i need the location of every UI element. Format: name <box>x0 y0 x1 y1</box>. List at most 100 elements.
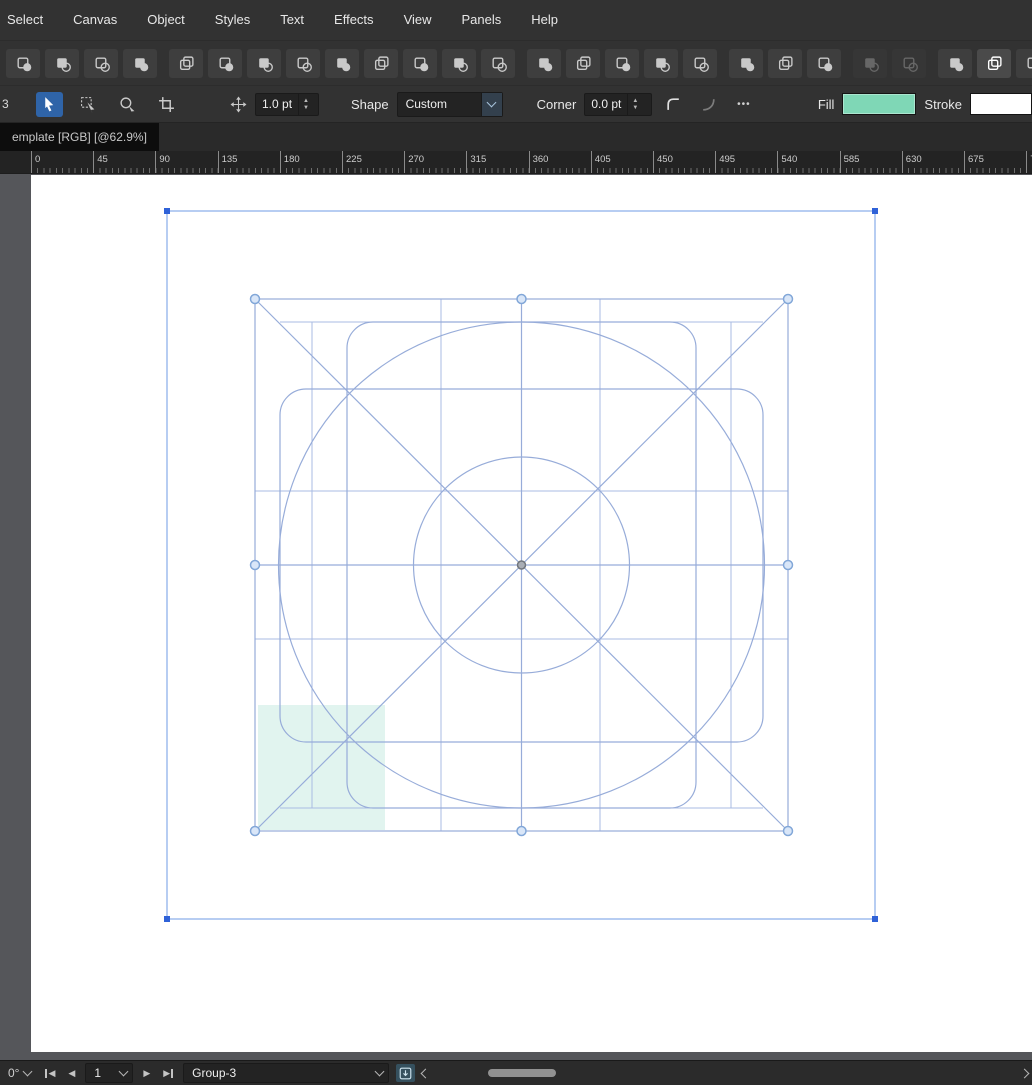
replace-selection-button[interactable] <box>481 49 515 78</box>
shape-label: Shape <box>351 97 389 112</box>
move-to-back-button[interactable] <box>644 49 678 78</box>
menu-view[interactable]: View <box>389 0 447 40</box>
boolean-combine-icon <box>334 55 351 72</box>
ruler-tick: 495 <box>715 151 716 173</box>
ruler-tick: 0 <box>31 151 32 173</box>
ruler-tick: 630 <box>902 151 903 173</box>
ruler[interactable]: 0459013518022527031536040545049554058563… <box>0 151 1032 174</box>
status-bar: 0° ◀ ◀ 1 ▶ ▶ Group-3 <box>0 1060 1032 1085</box>
menu-text[interactable]: Text <box>265 0 319 40</box>
ruler-tick: 720 <box>1026 151 1027 173</box>
rotation-dropdown[interactable]: 0° <box>4 1066 35 1080</box>
first-page-button[interactable]: ◀ <box>42 1068 58 1079</box>
menu-panels[interactable]: Panels <box>447 0 517 40</box>
boolean-intersect-icon <box>256 55 273 72</box>
scroll-right-icon[interactable] <box>1020 1068 1030 1078</box>
boolean-intersect-button[interactable] <box>247 49 281 78</box>
menu-help[interactable]: Help <box>516 0 573 40</box>
artboard[interactable] <box>31 175 1032 1052</box>
canvas-area[interactable] <box>0 174 1032 1060</box>
shape-chevron[interactable] <box>481 93 502 116</box>
more-options-button[interactable]: ••• <box>730 92 757 117</box>
new-view-icon <box>986 55 1003 72</box>
boolean-subtract-icon <box>217 55 234 72</box>
boolean-add-button[interactable] <box>169 49 203 78</box>
insert-on-top-button[interactable] <box>442 49 476 78</box>
crop-to-selection-button[interactable] <box>807 49 841 78</box>
stroke-swatch[interactable] <box>970 93 1032 115</box>
box-select-tool-button[interactable] <box>75 92 102 117</box>
shape-select[interactable]: Custom <box>397 92 503 117</box>
alignment-button[interactable] <box>729 49 763 78</box>
circle-cursor-icon <box>119 96 136 113</box>
new-view-button[interactable] <box>977 49 1011 78</box>
corner-spinner[interactable]: ▲▼ <box>627 94 642 115</box>
insert-behind-button[interactable] <box>364 49 398 78</box>
distribute-button[interactable] <box>768 49 802 78</box>
scroll-left-icon[interactable] <box>421 1068 431 1078</box>
menu-object[interactable]: Object <box>132 0 200 40</box>
center-point-handle[interactable] <box>518 561 526 569</box>
insert-behind-icon <box>373 55 390 72</box>
boolean-subtract-button[interactable] <box>208 49 242 78</box>
canvas-viewport[interactable] <box>0 174 1032 1060</box>
menu-canvas[interactable]: Canvas <box>58 0 132 40</box>
insert-target-button[interactable] <box>396 1064 415 1082</box>
scrollbar-thumb[interactable] <box>488 1069 556 1077</box>
preview-mode-button[interactable] <box>938 49 972 78</box>
horizontal-scrollbar[interactable] <box>440 1067 1010 1079</box>
transform-origin-toggle-button[interactable] <box>45 49 79 78</box>
cycle-selection-box-icon <box>93 55 110 72</box>
corner-bay-button[interactable] <box>695 92 722 117</box>
menu-effects[interactable]: Effects <box>319 0 389 40</box>
replace-selection-icon <box>490 55 507 72</box>
corner-field[interactable]: 0.0 pt ▲▼ <box>584 93 652 116</box>
frame-tool-button[interactable] <box>153 92 180 117</box>
document-tab-title: emplate [RGB] [@62.9%] <box>12 130 147 144</box>
edit-all-layers-button[interactable] <box>123 49 157 78</box>
rotate-canvas-button[interactable] <box>1016 49 1032 78</box>
concave-corner-icon <box>700 96 717 113</box>
move-forward-one-button[interactable] <box>566 49 600 78</box>
corner-rounded-button[interactable] <box>660 92 687 117</box>
menu-styles[interactable]: Styles <box>200 0 265 40</box>
group-objects-button[interactable] <box>683 49 717 78</box>
ruler-tick: 90 <box>155 151 156 173</box>
boolean-add-icon <box>178 55 195 72</box>
previous-page-button[interactable]: ◀ <box>65 1068 78 1079</box>
stroke-width-spinner[interactable]: ▲▼ <box>298 94 313 115</box>
cycle-selection-box-button[interactable] <box>84 49 118 78</box>
fill-swatch[interactable] <box>842 93 916 115</box>
document-tab[interactable]: emplate [RGB] [@62.9%] <box>0 123 159 151</box>
ruler-tick: 270 <box>404 151 405 173</box>
selection-brush-tool-button[interactable] <box>114 92 141 117</box>
slice-export-button[interactable] <box>853 49 887 78</box>
rotation-value: 0° <box>8 1066 19 1080</box>
menu-select[interactable]: Select <box>2 0 58 40</box>
move-back-one-button[interactable] <box>605 49 639 78</box>
insert-inside-button[interactable] <box>403 49 437 78</box>
next-page-button[interactable]: ▶ <box>140 1068 153 1079</box>
toolbar-group <box>169 49 515 78</box>
chevron-down-icon <box>23 1067 33 1077</box>
tab-strip: emplate [RGB] [@62.9%] <box>0 122 1032 151</box>
snapping-button[interactable] <box>6 49 40 78</box>
edit-all-layers-icon <box>132 55 149 72</box>
stroke-width-field[interactable]: 1.0 pt ▲▼ <box>255 93 319 116</box>
last-page-button[interactable]: ▶ <box>160 1068 176 1079</box>
stroke-width-value: 1.0 pt <box>256 97 298 111</box>
layer-select[interactable]: Group-3 <box>183 1063 389 1083</box>
continuous-export-icon <box>901 55 918 72</box>
ruler-tick: 450 <box>653 151 654 173</box>
page-number-select[interactable]: 1 <box>85 1063 133 1083</box>
ruler-tick: 585 <box>840 151 841 173</box>
boolean-divide-button[interactable] <box>286 49 320 78</box>
previous-page-icon: ◀ <box>68 1068 75 1079</box>
toolbar-group <box>938 49 1032 78</box>
ruler-tick: 360 <box>529 151 530 173</box>
move-tool-button[interactable] <box>36 92 63 117</box>
boolean-combine-button[interactable] <box>325 49 359 78</box>
continuous-export-button[interactable] <box>892 49 926 78</box>
move-to-front-button[interactable] <box>527 49 561 78</box>
rotate-canvas-icon <box>1025 55 1032 72</box>
